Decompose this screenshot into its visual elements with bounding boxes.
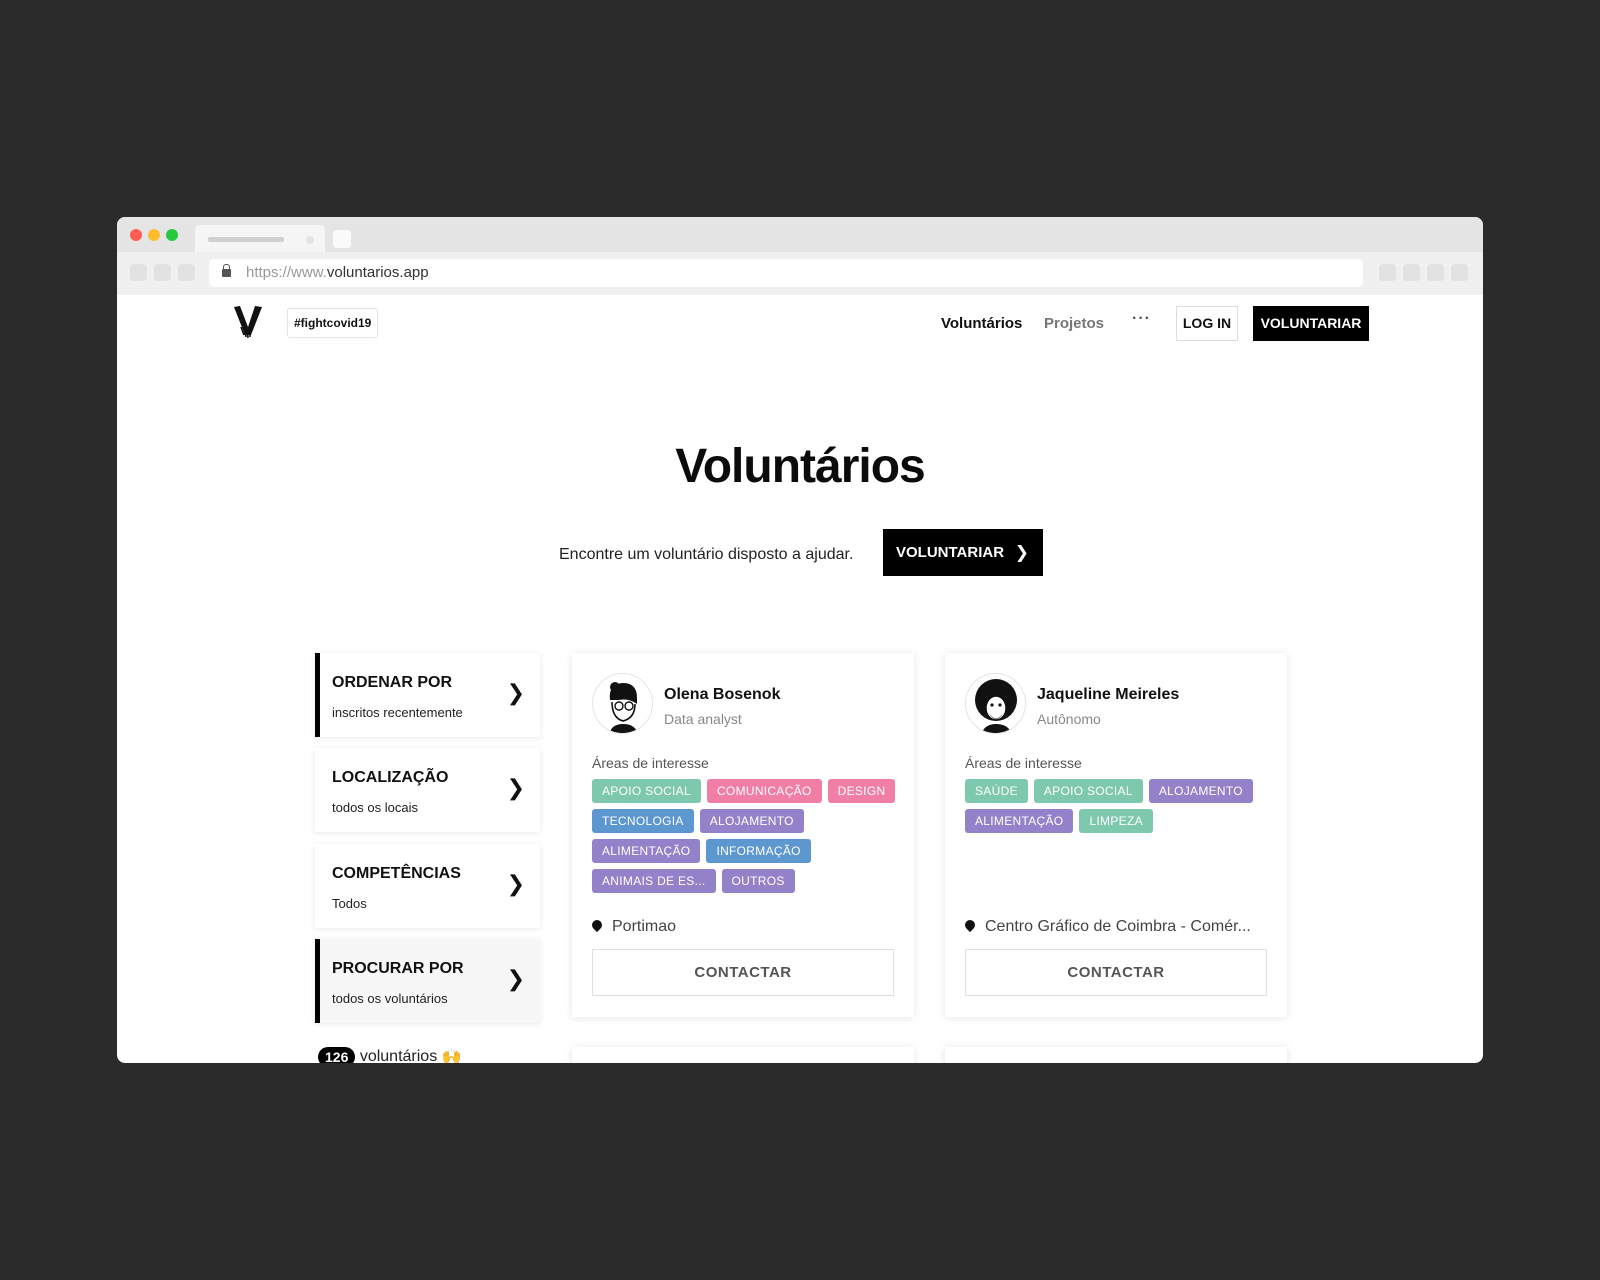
interest-tag: ALIMENTAÇÃO xyxy=(965,809,1074,833)
interest-tag: LIMPEZA xyxy=(1079,809,1153,833)
chevron-right-icon: ❯ xyxy=(506,680,525,705)
volunteer-count: 126 voluntários 🙌 xyxy=(318,1047,462,1063)
volunteer-location: Portimao xyxy=(589,917,677,936)
chevron-right-icon: ❯ xyxy=(1014,543,1029,562)
interest-tag: ALIMENTAÇÃO xyxy=(592,839,701,863)
location-text: Centro Gráfico de Coimbra - Comér... xyxy=(985,918,1251,935)
areas-label: Áreas de interesse xyxy=(965,755,1082,771)
tabs-overview-button[interactable] xyxy=(1427,264,1444,281)
page-title: Voluntários xyxy=(675,440,925,493)
voluntarios-logo[interactable] xyxy=(233,304,263,338)
lock-icon xyxy=(222,264,231,277)
contactar-button[interactable]: CONTACTAR xyxy=(965,949,1267,996)
interest-tag: DESIGN xyxy=(827,779,896,803)
minimize-window-button[interactable] xyxy=(148,229,160,241)
filter-value: Todos xyxy=(332,896,367,911)
interest-tag: APOIO SOCIAL xyxy=(592,779,701,803)
filter-procurar-por[interactable]: PROCURAR POR todos os voluntários ❯ xyxy=(315,939,540,1023)
filter-title: PROCURAR POR xyxy=(332,960,464,977)
forward-button[interactable] xyxy=(154,264,171,281)
sidebar-button[interactable] xyxy=(1451,264,1468,281)
nav-projetos-link[interactable]: Projetos xyxy=(1044,315,1104,332)
tab-title-placeholder xyxy=(208,237,284,242)
interest-tag: COMUNICAÇÃO xyxy=(706,779,822,803)
new-tab-button[interactable] xyxy=(333,230,351,248)
url-text: https://www.voluntarios.app xyxy=(246,264,429,281)
tab-close-icon[interactable] xyxy=(306,236,314,244)
filter-title: COMPETÊNCIAS xyxy=(332,865,461,882)
avatar-illustration-icon xyxy=(609,682,638,733)
back-button[interactable] xyxy=(130,264,147,281)
chevron-right-icon: ❯ xyxy=(506,966,525,991)
interest-tag: APOIO SOCIAL xyxy=(1033,779,1143,803)
voluntariar-header-button[interactable]: VOLUNTARIAR xyxy=(1253,306,1369,341)
interest-tags: SAÚDE APOIO SOCIAL ALOJAMENTO ALIMENTAÇÃ… xyxy=(965,779,1270,833)
reload-button[interactable] xyxy=(178,264,195,281)
volunteer-location: Centro Gráfico de Coimbra - Comér... xyxy=(962,917,1251,936)
filter-title: LOCALIZAÇÃO xyxy=(332,769,449,786)
browser-tab-bar xyxy=(117,217,1483,252)
chevron-right-icon: ❯ xyxy=(506,775,525,800)
volunteer-card-partial xyxy=(945,1047,1287,1063)
areas-label: Áreas de interesse xyxy=(592,755,709,771)
nav-voluntarios-link[interactable]: Voluntários xyxy=(941,315,1022,332)
voluntariar-hero-label: VOLUNTARIAR xyxy=(896,544,1005,561)
browser-window: https://www.voluntarios.app #fightcovid1… xyxy=(117,217,1483,1063)
contactar-button[interactable]: CONTACTAR xyxy=(592,949,894,996)
filter-value: todos os locais xyxy=(332,800,418,815)
volunteer-card: Olena Bosenok Data analyst Áreas de inte… xyxy=(572,653,914,1017)
interest-tag: SAÚDE xyxy=(965,779,1028,803)
more-menu-icon[interactable]: ··· xyxy=(1132,310,1151,328)
chevron-right-icon: ❯ xyxy=(506,871,525,896)
close-window-button[interactable] xyxy=(130,229,142,241)
volunteer-card-partial xyxy=(572,1047,914,1063)
volunteer-role: Data analyst xyxy=(664,711,742,727)
interest-tag: OUTROS xyxy=(721,869,795,893)
interest-tag: ANIMAIS DE ES... xyxy=(592,869,716,893)
hero-subtitle: Encontre um voluntário disposto a ajudar… xyxy=(559,546,854,563)
avatar xyxy=(965,673,1026,734)
interest-tag: INFORMAÇÃO xyxy=(706,839,811,863)
browser-address-bar: https://www.voluntarios.app xyxy=(117,252,1483,295)
bookmark-button[interactable] xyxy=(1403,264,1420,281)
filter-ordenar-por[interactable]: ORDENAR POR inscritos recentemente ❯ xyxy=(315,653,540,737)
avatar xyxy=(592,673,653,734)
volunteer-role: Autônomo xyxy=(1037,711,1101,727)
filter-value: todos os voluntários xyxy=(332,991,448,1006)
login-button[interactable]: LOG IN xyxy=(1176,306,1238,341)
volunteer-name[interactable]: Jaqueline Meireles xyxy=(1037,686,1179,704)
count-label: voluntários xyxy=(359,1048,438,1063)
location-pin-icon xyxy=(962,917,978,933)
filter-localizacao[interactable]: LOCALIZAÇÃO todos os locais ❯ xyxy=(315,748,540,832)
url-field[interactable]: https://www.voluntarios.app xyxy=(209,259,1363,287)
share-button[interactable] xyxy=(1379,264,1396,281)
hashtag-badge[interactable]: #fightcovid19 xyxy=(287,308,379,338)
voluntariar-hero-button[interactable]: VOLUNTARIAR ❯ xyxy=(883,529,1043,576)
filter-value: inscritos recentemente xyxy=(332,705,463,720)
interest-tag: TECNOLOGIA xyxy=(592,809,694,833)
browser-tab[interactable] xyxy=(195,225,325,252)
interest-tag: ALOJAMENTO xyxy=(699,809,804,833)
count-badge: 126 xyxy=(318,1047,356,1063)
raising-hands-icon: 🙌 xyxy=(441,1049,462,1063)
avatar-illustration-icon xyxy=(975,679,1017,733)
volunteer-name[interactable]: Olena Bosenok xyxy=(664,686,780,704)
maximize-window-button[interactable] xyxy=(166,229,178,241)
interest-tag: ALOJAMENTO xyxy=(1148,779,1253,803)
location-text: Portimao xyxy=(612,918,677,935)
filter-competencias[interactable]: COMPETÊNCIAS Todos ❯ xyxy=(315,844,540,928)
volunteer-card: Jaqueline Meireles Autônomo Áreas de int… xyxy=(945,653,1287,1017)
location-pin-icon xyxy=(589,917,605,933)
interest-tags: APOIO SOCIAL COMUNICAÇÃO DESIGN TECNOLOG… xyxy=(592,779,897,893)
filter-title: ORDENAR POR xyxy=(332,674,453,691)
